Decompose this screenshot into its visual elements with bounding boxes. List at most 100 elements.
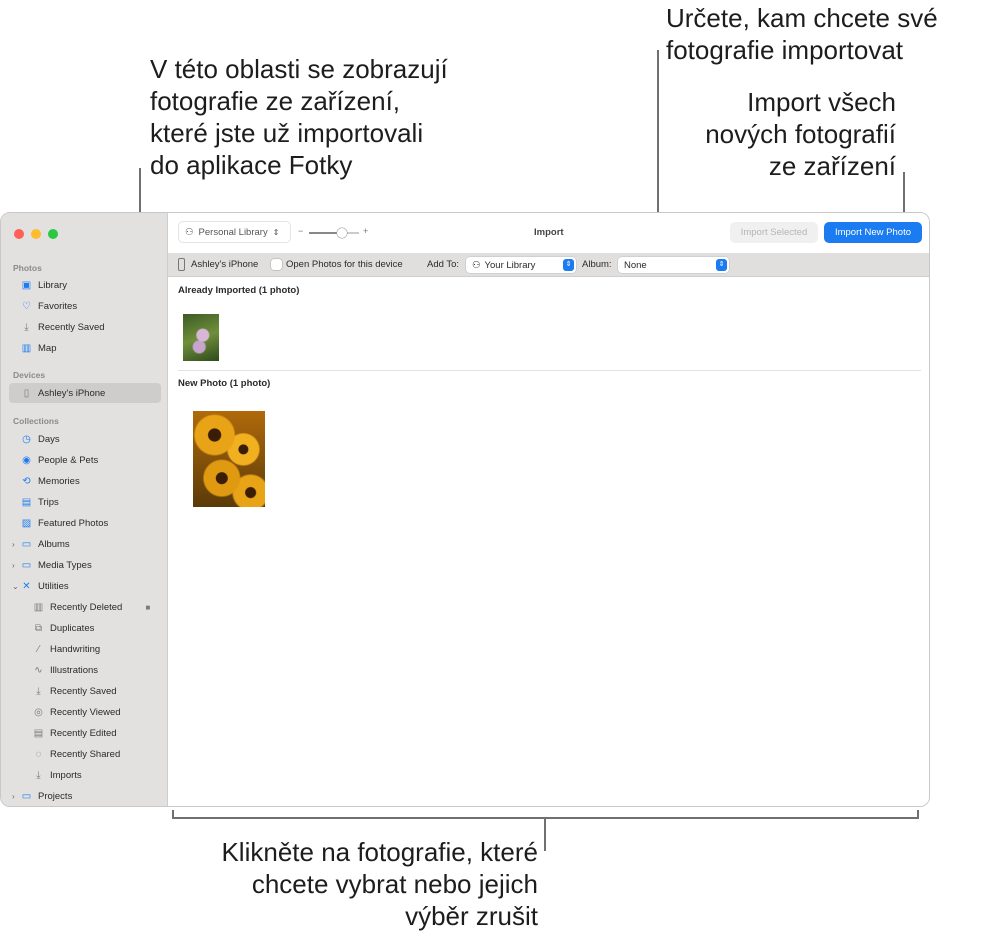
callout-line: ze zařízení	[768, 151, 896, 181]
label: Recently Shared	[50, 748, 121, 760]
close-button[interactable]	[14, 229, 24, 239]
zoom-in-label: +	[363, 226, 369, 236]
import-selected-button[interactable]: Import Selected	[730, 222, 818, 243]
label: Featured Photos	[38, 517, 109, 529]
callout-line: Určete, kam chcete své	[666, 3, 938, 33]
chevron-down-icon[interactable]: ⌄	[12, 582, 19, 591]
sidebar-item-favorites[interactable]: ♡ Favorites	[9, 296, 161, 316]
updown-chevron-icon: ⇕	[563, 259, 574, 271]
zoom-slider[interactable]	[309, 228, 359, 238]
sidebar-item-featured[interactable]: ▨ Featured Photos	[9, 513, 161, 533]
sidebar-item-memories[interactable]: ⟲ Memories	[9, 471, 161, 491]
sidebar-item-projects[interactable]: › ▭ Projects	[9, 786, 161, 806]
sidebar-item-duplicates[interactable]: ⧉ Duplicates	[9, 618, 161, 638]
label: Ashley's iPhone	[38, 387, 106, 399]
pen-icon: ⁄	[37, 643, 40, 655]
sidebar-item-handwriting[interactable]: ⁄ Handwriting	[9, 639, 161, 659]
sidebar-item-media-types[interactable]: › ▭ Media Types	[9, 555, 161, 575]
section-devices: Devices	[13, 370, 46, 380]
device-name: Ashley's iPhone	[191, 259, 259, 270]
sidebar-item-trips[interactable]: ▤ Trips	[9, 492, 161, 512]
sidebar-item-albums[interactable]: › ▭ Albums	[9, 534, 161, 554]
value: None	[624, 259, 647, 271]
label: Recently Edited	[50, 727, 117, 739]
minimize-button[interactable]	[31, 229, 41, 239]
already-imported-photo[interactable]	[183, 314, 219, 361]
label: Library	[38, 279, 68, 291]
edit-icon: ▤	[33, 727, 44, 739]
label: Illustrations	[50, 664, 99, 676]
sidebar-item-recently-deleted[interactable]: ▥ Recently Deleted ■	[9, 597, 161, 617]
open-photos-checkbox[interactable]	[271, 259, 282, 270]
callout-line: do aplikace Fotky	[150, 150, 353, 180]
import-icon: ⤓	[36, 769, 41, 781]
label: Albums	[38, 538, 70, 550]
callout-select: Klikněte na fotografie, které chcete vybr…	[221, 836, 538, 932]
open-photos-label: Open Photos for this device	[286, 259, 403, 270]
label: Recently Saved	[50, 685, 117, 697]
photo-icon: ▨	[21, 517, 32, 529]
section-photos: Photos	[13, 263, 42, 273]
suitcase-icon: ▤	[21, 496, 32, 508]
import-content: Already Imported (1 photo) New Photo (1 …	[168, 278, 929, 806]
section-collections: Collections	[13, 416, 59, 426]
divider	[178, 370, 921, 371]
already-imported-heading: Already Imported (1 photo)	[178, 285, 300, 296]
add-to-label: Add To:	[427, 259, 460, 270]
library-icon: ▣	[21, 279, 32, 291]
shared-icon: ◌	[35, 748, 42, 760]
sidebar-item-illustrations[interactable]: ∿ Illustrations	[9, 660, 161, 680]
callout-line: fotografie importovat	[666, 35, 904, 65]
sidebar-item-recently-saved-util[interactable]: ⤓ Recently Saved	[9, 681, 161, 701]
chevron-right-icon[interactable]: ›	[12, 540, 15, 549]
sidebar-item-map[interactable]: ▥ Map	[9, 338, 161, 358]
library-picker[interactable]: ⚇ Personal Library ⇕	[178, 221, 291, 243]
sidebar-item-recently-shared[interactable]: ◌ Recently Shared	[9, 744, 161, 764]
updown-chevron-icon: ⇕	[716, 259, 727, 271]
label: Favorites	[38, 300, 78, 312]
zoom-button[interactable]	[48, 229, 58, 239]
add-to-select[interactable]: ⚇ Your Library ⇕	[466, 257, 576, 273]
sidebar-item-people[interactable]: ◉ People & Pets	[9, 450, 161, 470]
person-circle-icon: ◉	[22, 454, 31, 466]
chevron-right-icon[interactable]: ›	[12, 561, 15, 570]
heart-icon: ♡	[22, 300, 31, 312]
memories-icon: ⟲	[22, 475, 31, 487]
tools-icon: ✕	[22, 580, 31, 592]
label: Handwriting	[50, 643, 101, 655]
iphone-icon	[178, 258, 185, 271]
label: Recently Viewed	[50, 706, 121, 718]
album-label: Album:	[582, 259, 612, 270]
download-icon: ⤓	[24, 321, 29, 333]
download-icon: ⤓	[36, 685, 41, 697]
chevron-right-icon[interactable]: ›	[12, 792, 15, 801]
sidebar-item-recently-edited[interactable]: ▤ Recently Edited	[9, 723, 161, 743]
zoom-out-label: −	[298, 226, 304, 236]
label: People & Pets	[38, 454, 99, 466]
sidebar-item-imports[interactable]: ⤓ Imports	[9, 765, 161, 785]
person-icon: ⚇	[185, 226, 194, 238]
callout-destination: Určete, kam chcete své fotografie importo…	[666, 2, 938, 66]
sidebar-item-library[interactable]: ▣ Library	[9, 275, 161, 295]
label: Personal Library	[198, 226, 268, 238]
label: Memories	[38, 475, 80, 487]
eye-icon: ◎	[34, 706, 43, 718]
import-new-photo-button[interactable]: Import New Photo	[824, 222, 922, 243]
sidebar-item-utilities[interactable]: ⌄ ✕ Utilities	[9, 576, 161, 596]
duplicates-icon: ⧉	[34, 622, 43, 634]
sidebar-item-recently-viewed[interactable]: ◎ Recently Viewed	[9, 702, 161, 722]
slider-knob[interactable]	[337, 228, 347, 238]
album-select[interactable]: None ⇕	[618, 257, 729, 273]
toolbar: ⚇ Personal Library ⇕ − + Import Import Sel…	[168, 213, 929, 253]
label: Trips	[38, 496, 59, 508]
person-icon: ⚇	[472, 259, 481, 271]
callout-import-all: Import všech nových fotografií ze zařízení	[705, 86, 896, 182]
sidebar-item-days[interactable]: ◷ Days	[9, 429, 161, 449]
sidebar-item-recently-saved[interactable]: ⤓ Recently Saved	[9, 317, 161, 337]
new-photo[interactable]	[193, 411, 265, 507]
label: Days	[38, 433, 60, 445]
trash-icon: ▥	[33, 601, 44, 613]
sidebar-item-iphone[interactable]: ▯ Ashley's iPhone	[9, 383, 161, 403]
callout-line: které jste už importovali	[150, 118, 424, 148]
label: Imports	[50, 769, 82, 781]
